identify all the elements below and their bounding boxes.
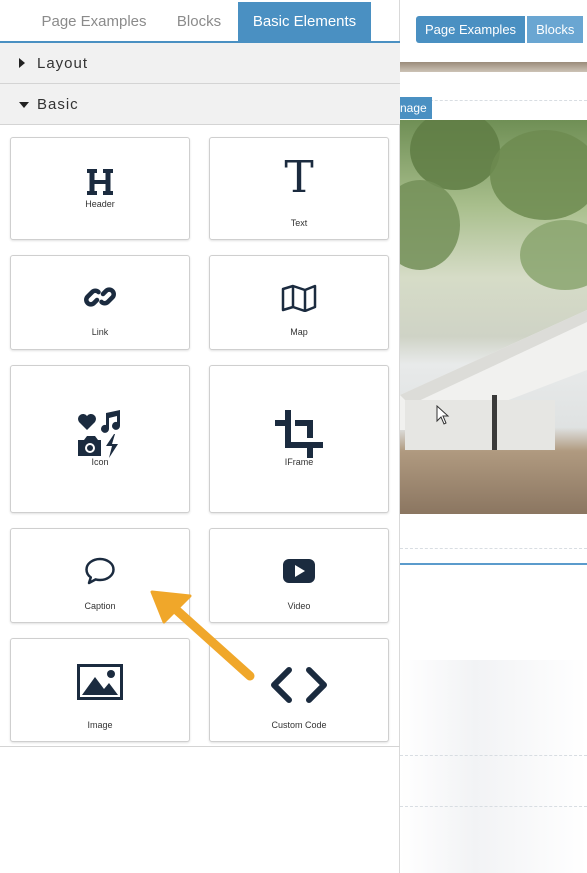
element-label: Link (91, 327, 109, 337)
mouse-cursor-icon (436, 405, 450, 425)
section-label: Layout (37, 55, 89, 72)
panel-tab-bar: Page Examples Blocks Basic Elements (0, 0, 400, 43)
page-preview[interactable]: Page Examples Blocks nage (400, 0, 587, 873)
caret-right-icon (19, 58, 25, 68)
preview-photo[interactable] (400, 120, 587, 514)
crop-icon (210, 410, 388, 458)
preview-tab-page-examples[interactable]: Page Examples (416, 16, 526, 43)
drop-indicator-line (400, 563, 587, 565)
elements-panel: Page Examples Blocks Basic Elements Layo… (0, 0, 400, 873)
divider (400, 755, 587, 756)
photo-foliage (400, 180, 460, 270)
preview-lower-area (400, 660, 587, 873)
element-card-iframe[interactable]: IFrame (209, 365, 389, 513)
element-label: Map (290, 327, 308, 337)
element-card-text[interactable]: T Text (209, 137, 389, 240)
editor-window: Page Examples Blocks nage Page Examples … (0, 0, 587, 873)
section-basic[interactable]: Basic (0, 84, 400, 125)
preview-tab-blocks[interactable]: Blocks (527, 16, 584, 43)
preview-photo-strip (400, 62, 587, 72)
element-card-link[interactable]: Link (10, 255, 190, 350)
element-label: Image (87, 720, 113, 730)
icon-collage-icon (11, 410, 189, 458)
element-card-icon[interactable]: Icon (10, 365, 190, 513)
element-label: Icon (91, 457, 109, 467)
caret-down-icon (19, 102, 29, 108)
photo-foliage (490, 130, 587, 220)
annotation-arrow-icon (150, 590, 255, 681)
tab-blocks[interactable]: Blocks (160, 2, 238, 41)
section-label: Basic (37, 96, 79, 113)
preview-tab-bar: Page Examples Blocks (416, 16, 584, 43)
element-label: IFrame (284, 457, 314, 467)
tab-page-examples[interactable]: Page Examples (28, 2, 160, 41)
map-icon (210, 284, 388, 312)
element-label: Header (85, 199, 115, 209)
text-t-icon: T (210, 156, 388, 196)
element-label: Custom Code (271, 720, 327, 730)
panel-divider (0, 746, 400, 747)
speech-bubble-icon (11, 556, 189, 586)
element-label: Text (290, 218, 308, 228)
image-element-label[interactable]: nage (400, 97, 432, 119)
element-card-map[interactable]: Map (209, 255, 389, 350)
element-card-header[interactable]: Header (10, 137, 190, 240)
link-icon (11, 281, 189, 313)
tab-basic-elements[interactable]: Basic Elements (238, 2, 371, 41)
divider (400, 806, 587, 807)
svg-text:T: T (284, 156, 313, 196)
divider (400, 548, 587, 549)
header-h-icon (11, 168, 189, 196)
photo-tent (400, 310, 587, 450)
youtube-play-icon (210, 558, 388, 584)
photo-foliage (520, 220, 587, 290)
section-layout[interactable]: Layout (0, 43, 400, 84)
